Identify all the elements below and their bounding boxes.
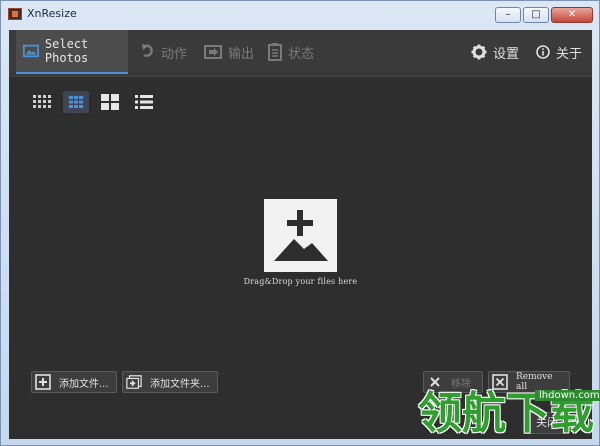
- output-icon: [204, 45, 222, 59]
- tab-status[interactable]: 状态: [268, 30, 314, 74]
- medium-grid-icon: [69, 96, 83, 108]
- gear-icon: [471, 44, 487, 60]
- about-button[interactable]: 关于: [536, 30, 582, 74]
- watermark-site: lhdown.com: [535, 390, 600, 401]
- add-file-icon: [35, 374, 51, 390]
- settings-button[interactable]: 设置: [471, 30, 519, 74]
- view-small-grid-button[interactable]: [29, 91, 55, 113]
- window-controls: – □ ✕: [495, 7, 593, 23]
- view-mode-switcher: [29, 91, 157, 113]
- info-icon: [536, 45, 550, 59]
- top-nav: Select Photos 动作 输出 状态 设置 关于: [9, 30, 592, 76]
- view-large-grid-button[interactable]: [97, 91, 123, 113]
- add-folder-icon: [126, 374, 142, 390]
- photo-list-area[interactable]: Drag&Drop your files here 添加文件... 添加文件夹.…: [9, 76, 592, 439]
- status-icon: [268, 43, 282, 61]
- about-label: 关于: [556, 46, 583, 62]
- add-folder-button[interactable]: 添加文件夹...: [122, 371, 218, 393]
- client-area: Select Photos 动作 输出 状态 设置 关于 Drag&Drop y…: [9, 30, 592, 439]
- large-grid-icon: [101, 94, 119, 110]
- tab-label: 状态: [288, 46, 315, 62]
- app-window: XnResize – □ ✕ Select Photos 动作 输出 状态 设置…: [0, 0, 600, 446]
- tab-label: 输出: [228, 46, 255, 62]
- tab-action[interactable]: 动作: [141, 30, 187, 74]
- photos-icon: [23, 44, 39, 58]
- tab-output[interactable]: 输出: [204, 30, 254, 74]
- add-image-icon: [264, 199, 337, 272]
- close-window-button[interactable]: ✕: [551, 7, 593, 23]
- small-grid-icon: [33, 95, 51, 108]
- window-title: XnResize: [27, 7, 77, 20]
- drop-zone[interactable]: Drag&Drop your files here: [9, 199, 592, 286]
- minimize-button[interactable]: –: [495, 7, 521, 23]
- app-icon: [8, 8, 22, 20]
- maximize-button[interactable]: □: [523, 7, 549, 23]
- list-icon: [135, 95, 153, 109]
- add-files-button[interactable]: 添加文件...: [31, 371, 117, 393]
- tab-select-photos[interactable]: Select Photos: [16, 30, 128, 74]
- view-list-button[interactable]: [131, 91, 157, 113]
- drop-hint: Drag&Drop your files here: [243, 277, 358, 286]
- title-bar: XnResize – □ ✕: [1, 1, 599, 29]
- action-icon: [142, 44, 153, 57]
- tab-label: 动作: [161, 46, 188, 62]
- add-files-label: 添加文件...: [59, 378, 109, 390]
- tab-label: Select Photos: [44, 37, 89, 65]
- view-medium-grid-button[interactable]: [63, 91, 89, 113]
- add-folder-label: 添加文件夹...: [150, 378, 210, 390]
- settings-label: 设置: [493, 46, 520, 62]
